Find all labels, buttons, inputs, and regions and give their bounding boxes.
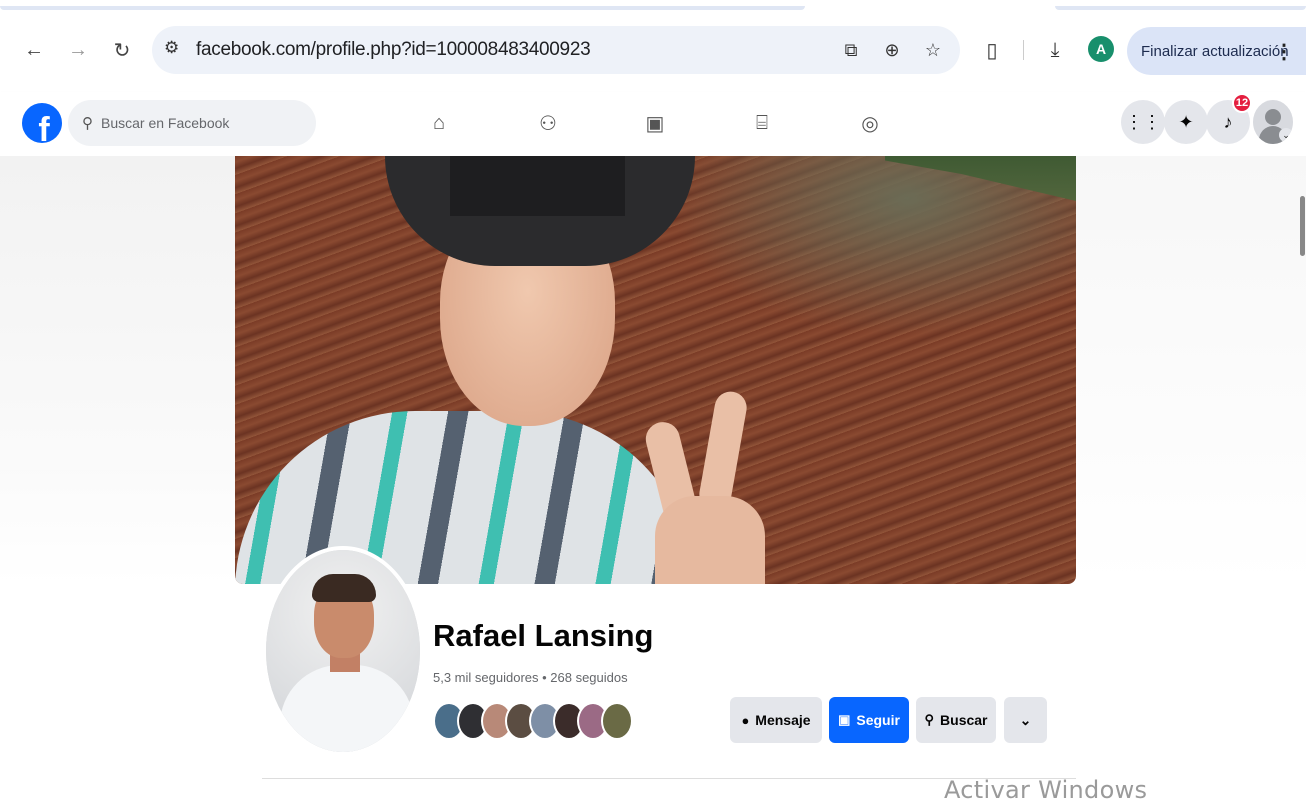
tab[interactable] bbox=[1055, 6, 1306, 10]
page-background-left bbox=[0, 156, 235, 586]
install-icon[interactable]: ⧉ bbox=[838, 37, 864, 63]
follow-icon: ▣ bbox=[838, 712, 851, 727]
forward-icon[interactable]: → bbox=[62, 34, 94, 66]
search-placeholder: Buscar en Facebook bbox=[101, 115, 230, 131]
video-icon[interactable]: ▣ bbox=[640, 108, 670, 138]
extensions-icon[interactable]: ▯ bbox=[978, 36, 1006, 64]
account-icon[interactable]: ⌄ bbox=[1253, 100, 1293, 144]
more-options-button[interactable]: ⌄ bbox=[1004, 697, 1047, 743]
browser-profile-avatar[interactable]: A bbox=[1088, 36, 1114, 62]
search-input[interactable]: ⚲ Buscar en Facebook bbox=[68, 100, 316, 146]
search-label: Buscar bbox=[940, 712, 988, 728]
gaming-icon[interactable]: ◎ bbox=[855, 108, 885, 138]
profile-page: Rafael Lansing 5,3 mil seguidores • 268 … bbox=[0, 156, 1306, 801]
site-settings-icon[interactable]: ⚙ bbox=[164, 38, 179, 58]
windows-activation-watermark: Activar Windows bbox=[944, 776, 1148, 801]
tab[interactable] bbox=[0, 6, 805, 10]
search-profile-button[interactable]: ⚲ Buscar bbox=[916, 697, 996, 743]
chevron-down-icon: ⌄ bbox=[1019, 711, 1032, 728]
menu-dots-icon[interactable]: ⋮ bbox=[1274, 39, 1294, 64]
friend-avatars bbox=[433, 702, 643, 740]
address-bar[interactable]: ⚙ facebook.com/profile.php?id=1000084834… bbox=[152, 26, 960, 74]
follow-label: Seguir bbox=[856, 712, 900, 728]
messenger-icon: ● bbox=[741, 712, 750, 728]
profile-picture[interactable] bbox=[262, 546, 424, 756]
follower-stats[interactable]: 5,3 mil seguidores • 268 seguidos bbox=[433, 670, 628, 685]
finish-update-button[interactable]: Finalizar actualización ⋮ bbox=[1127, 27, 1306, 75]
tab-strip bbox=[0, 0, 1306, 14]
marketplace-icon[interactable]: ⌸ bbox=[747, 108, 777, 138]
facebook-header: f ⚲ Buscar en Facebook ⌂ ⚇ ▣ ⌸ ◎ ⋮⋮ ✦ ♪ … bbox=[0, 92, 1306, 156]
message-button[interactable]: ● Mensaje bbox=[730, 697, 822, 743]
page-background-right bbox=[1076, 156, 1306, 586]
follow-button[interactable]: ▣ Seguir bbox=[829, 697, 909, 743]
message-label: Mensaje bbox=[755, 712, 811, 728]
scrollbar[interactable] bbox=[1300, 196, 1305, 256]
search-icon: ⚲ bbox=[82, 115, 93, 132]
download-icon[interactable]: ⤓ bbox=[1041, 36, 1069, 64]
chevron-down-icon: ⌄ bbox=[1279, 128, 1293, 142]
back-icon[interactable]: ← bbox=[18, 34, 50, 66]
messenger-icon[interactable]: ✦ bbox=[1164, 100, 1208, 144]
avatar[interactable] bbox=[601, 702, 633, 740]
toolbar-separator bbox=[1023, 40, 1024, 60]
profile-name: Rafael Lansing bbox=[433, 618, 654, 653]
browser-chrome: ← → ↻ ⚙ facebook.com/profile.php?id=1000… bbox=[0, 0, 1306, 92]
search-icon: ⚲ bbox=[924, 712, 935, 727]
finish-update-label: Finalizar actualización bbox=[1141, 42, 1289, 60]
facebook-logo[interactable]: f bbox=[22, 103, 62, 143]
url-text[interactable]: facebook.com/profile.php?id=100008483400… bbox=[196, 39, 591, 61]
apps-menu-icon[interactable]: ⋮⋮ bbox=[1121, 100, 1165, 144]
zoom-icon[interactable]: ⊕ bbox=[879, 37, 905, 63]
friends-icon[interactable]: ⚇ bbox=[533, 108, 563, 138]
home-icon[interactable]: ⌂ bbox=[424, 108, 454, 138]
cover-photo[interactable] bbox=[235, 156, 1076, 584]
notification-count-badge: 12 bbox=[1232, 93, 1252, 113]
reload-icon[interactable]: ↻ bbox=[106, 34, 138, 66]
bookmark-star-icon[interactable]: ☆ bbox=[920, 37, 946, 63]
